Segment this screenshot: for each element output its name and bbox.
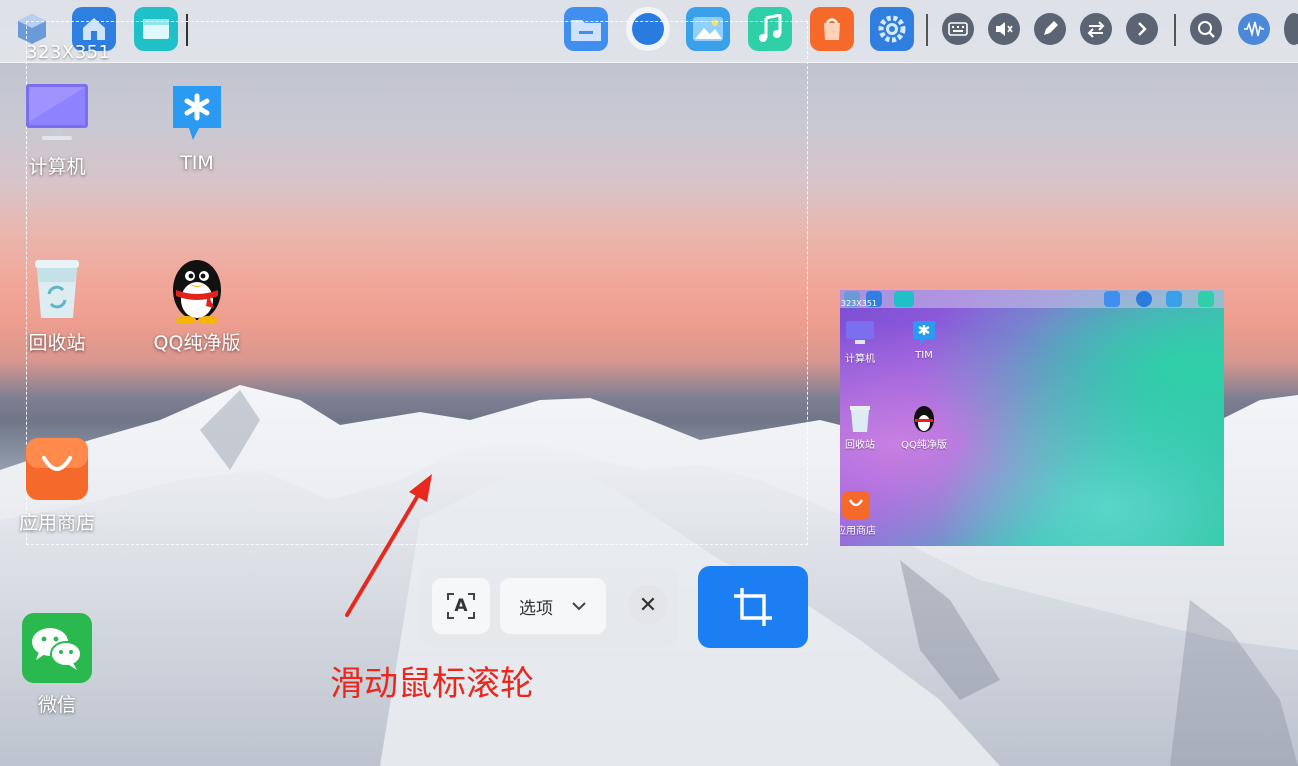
close-button[interactable]: ✕ <box>628 585 668 625</box>
hint-text: 滑动鼠标滚轮 <box>330 664 534 704</box>
preview-dock-bar <box>840 290 1224 308</box>
close-icon: ✕ <box>638 592 658 618</box>
confirm-capture-button[interactable] <box>698 566 808 648</box>
preview-desktop-icon: QQ纯净版 <box>894 404 954 451</box>
preview-browser-icon <box>1136 291 1152 307</box>
options-label: 选项 <box>519 598 553 619</box>
preview-file-manager-icon <box>1104 291 1120 307</box>
preview-desktop-icon: 回收站 <box>840 404 890 451</box>
preview-size-label: 323X351 <box>841 299 878 308</box>
capture-preview-thumbnail: 323X351 计算机 TIM 回收站 QQ纯净版 应用商店 <box>840 290 1224 546</box>
preview-music-icon <box>1198 291 1214 307</box>
desktop-screen: 323X351 计算机 TIM 回收站 QQ纯净版 应用商店 微信 A 选项 ✕… <box>0 0 1298 766</box>
screenshot-toolbar: A 选项 ✕ <box>420 567 678 647</box>
ocr-letter: A <box>454 596 468 616</box>
preview-desktop-icon: 应用商店 <box>840 490 886 537</box>
preview-multitask-icon <box>894 291 914 307</box>
ocr-button[interactable]: A <box>432 578 490 634</box>
options-dropdown[interactable]: 选项 <box>500 578 606 634</box>
preview-image-icon <box>1166 291 1182 307</box>
crop-icon <box>734 588 772 626</box>
preview-desktop-icon: 计算机 <box>840 318 890 365</box>
preview-desktop-icon: TIM <box>894 318 954 361</box>
chevron-down-icon <box>572 602 586 611</box>
